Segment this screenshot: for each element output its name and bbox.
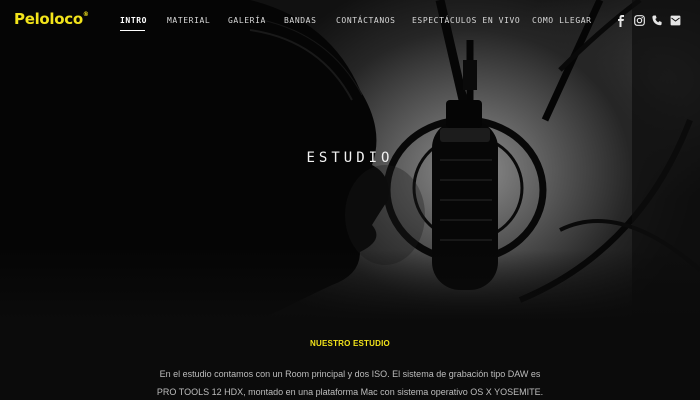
nav-item-material[interactable]: MATERIAL bbox=[167, 16, 210, 25]
logo-mark: ® bbox=[82, 11, 89, 18]
logo-text: Peloloco bbox=[14, 10, 83, 28]
studio-description-line-2: PRO TOOLS 12 HDX, montado en una platafo… bbox=[156, 387, 544, 397]
nav-item-galeria[interactable]: GALERÍA bbox=[228, 16, 266, 25]
instagram-icon[interactable] bbox=[634, 15, 646, 27]
studio-description-line-1: En el estudio contamos con un Room princ… bbox=[159, 369, 541, 379]
phone-icon[interactable] bbox=[652, 15, 664, 27]
section-heading: NUESTRO ESTUDIO bbox=[310, 339, 390, 348]
nav-item-espectaculos[interactable]: ESPECTÁCULOS EN VIVO bbox=[412, 16, 520, 25]
hero-banner: ESTUDIO bbox=[0, 0, 700, 320]
nav-item-intro[interactable]: INTRO bbox=[120, 16, 147, 25]
nav-item-como-llegar[interactable]: COMO LLEGAR bbox=[532, 16, 592, 25]
nav-item-bandas[interactable]: BANDAS bbox=[284, 16, 317, 25]
email-icon[interactable] bbox=[670, 15, 682, 27]
hero-title: ESTUDIO bbox=[306, 150, 394, 166]
active-nav-underline bbox=[120, 30, 145, 31]
facebook-icon[interactable] bbox=[616, 15, 628, 27]
top-navigation-bar: Peloloco® INTRO MATERIAL GALERÍA BANDAS … bbox=[0, 0, 700, 44]
nav-item-contactanos[interactable]: CONTÁCTANOS bbox=[336, 16, 396, 25]
site-logo[interactable]: Peloloco® bbox=[14, 10, 89, 28]
hero-fade bbox=[0, 250, 700, 320]
